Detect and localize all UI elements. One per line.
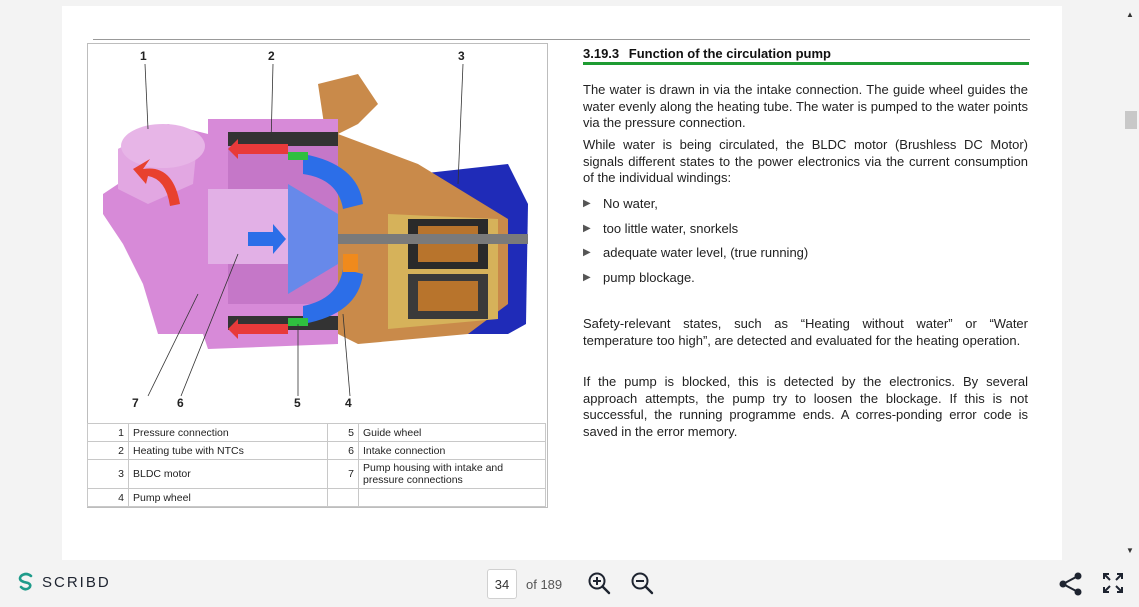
list-item-text: too little water, snorkels	[603, 220, 739, 236]
legend-label: Intake connection	[358, 441, 546, 460]
scroll-up-arrow-icon[interactable]: ▲	[1126, 10, 1134, 19]
callout-7: 7	[132, 396, 139, 410]
legend-number: 3	[87, 459, 129, 489]
legend-label	[358, 488, 546, 507]
callout-4: 4	[345, 396, 352, 410]
callout-5: 5	[294, 396, 301, 410]
legend-label: Guide wheel	[358, 423, 546, 442]
callout-6: 6	[177, 396, 184, 410]
callout-1: 1	[140, 49, 147, 63]
legend-number: 2	[87, 441, 129, 460]
list-item-text: adequate water level, (true running)	[603, 245, 809, 260]
legend-label: Pressure connection	[128, 423, 328, 442]
bullet-triangle-icon: ▶	[583, 271, 591, 283]
list-item: ▶ pump blockage.	[583, 270, 1028, 295]
viewer-toolbar: SCRIBD 34 of 189	[0, 560, 1139, 607]
document-page: 1 2 3 7 6 5 4 1 Pressure connection 5 Gu…	[62, 6, 1062, 562]
legend-number	[327, 488, 359, 507]
section-title: Function of the circulation pump	[628, 46, 831, 61]
fullscreen-icon[interactable]	[1102, 572, 1124, 594]
list-item: ▶ adequate water level, (true running)	[583, 245, 1028, 270]
page-rule	[93, 39, 1030, 40]
legend-number: 5	[327, 423, 359, 442]
list-item-text: No water,	[603, 196, 658, 211]
paragraph-intake: The water is drawn in via the intake con…	[583, 82, 1028, 130]
legend-label: Heating tube with NTCs	[128, 441, 328, 460]
callout-3: 3	[458, 49, 465, 63]
list-item: ▶ too little water, snorkels	[583, 221, 1028, 246]
paragraph-safety: Safety-relevant states, such as “Heating…	[583, 316, 1028, 348]
page-number-input[interactable]: 34	[487, 569, 517, 599]
scroll-down-arrow-icon[interactable]: ▼	[1126, 546, 1134, 555]
zoom-in-icon[interactable]	[587, 571, 611, 595]
paragraph-bldc: While water is being circulated, the BLD…	[583, 137, 1028, 185]
legend-label: BLDC motor	[128, 459, 328, 489]
legend-label: Pump wheel	[128, 488, 328, 507]
legend-number: 7	[327, 459, 359, 489]
scribd-s-icon	[18, 572, 33, 591]
table-row: 1 Pressure connection 5 Guide wheel	[87, 423, 546, 442]
table-row: 2 Heating tube with NTCs 6 Intake connec…	[87, 441, 546, 460]
list-item: ▶ No water,	[583, 196, 1028, 221]
page-total: of 189	[526, 577, 563, 592]
list-item-text: pump blockage.	[603, 269, 695, 285]
legend-number: 6	[327, 441, 359, 460]
zoom-out-icon[interactable]	[630, 571, 654, 595]
section-number: 3.19.3	[583, 46, 620, 61]
section-heading: 3.19.3 Function of the circulation pump	[583, 46, 1029, 65]
document-viewer: 1 2 3 7 6 5 4 1 Pressure connection 5 Gu…	[0, 0, 1139, 562]
legend-number: 1	[87, 423, 129, 442]
scribd-logo[interactable]: SCRIBD	[16, 572, 111, 592]
legend-label: Pump housing with intake and pressure co…	[358, 459, 546, 489]
legend-table: 1 Pressure connection 5 Guide wheel 2 He…	[87, 423, 546, 507]
legend-number: 4	[87, 488, 129, 507]
table-row: 3 BLDC motor 7 Pump housing with intake …	[87, 459, 546, 489]
table-row: 4 Pump wheel	[87, 488, 546, 507]
vertical-scrollbar[interactable]: ▲ ▼	[1124, 6, 1138, 560]
paragraph-blockage: If the pump is blocked, this is detected…	[583, 374, 1028, 439]
share-icon[interactable]	[1058, 571, 1084, 597]
callout-2: 2	[268, 49, 275, 63]
scrollbar-thumb[interactable]	[1125, 111, 1137, 129]
state-list: ▶ No water, ▶ too little water, snorkels ▶…	[583, 196, 1028, 294]
bullet-triangle-icon: ▶	[583, 222, 591, 234]
bullet-triangle-icon: ▶	[583, 247, 591, 258]
pump-illustration	[103, 63, 528, 397]
bullet-triangle-icon: ▶	[583, 198, 591, 209]
logo-text: SCRIBD	[42, 573, 111, 591]
